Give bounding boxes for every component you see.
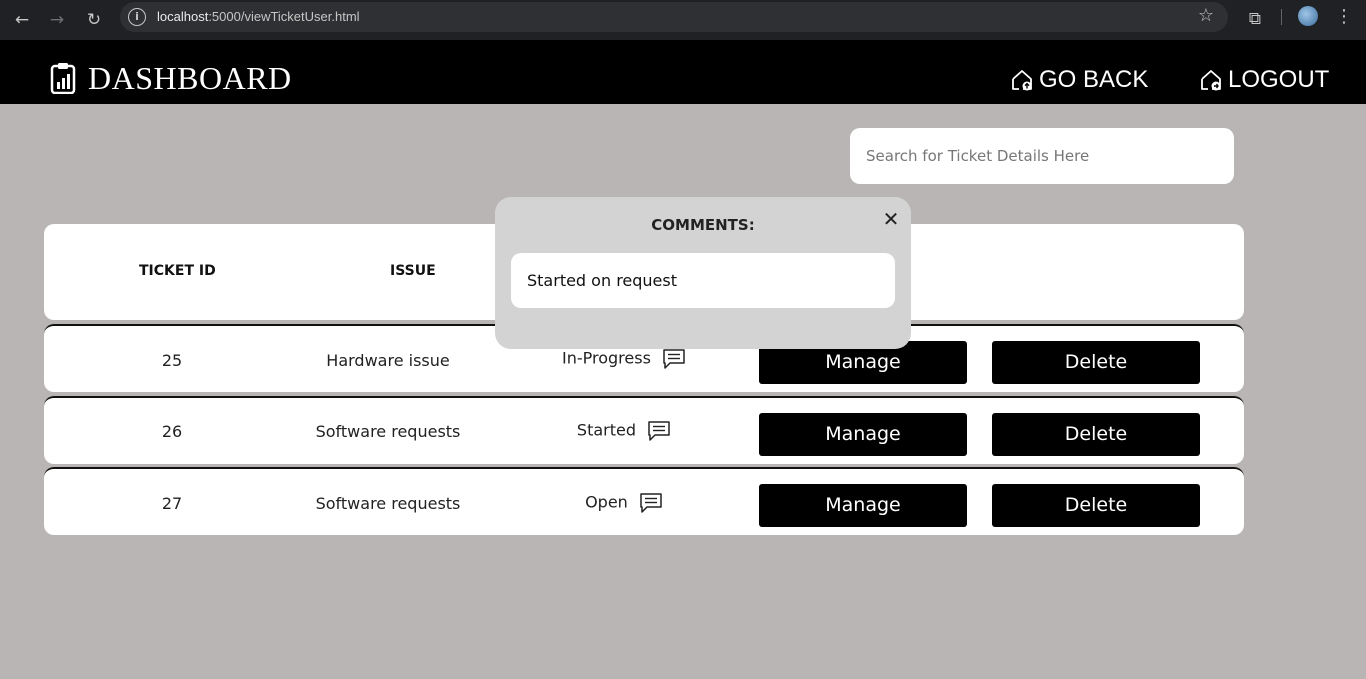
- site-info-icon[interactable]: i: [128, 8, 146, 26]
- column-header-issue: ISSUE: [390, 263, 436, 279]
- back-arrow-icon[interactable]: ←: [8, 6, 36, 34]
- status-text: Open: [585, 492, 628, 512]
- search-input[interactable]: [850, 128, 1234, 184]
- logout-label: LOGOUT: [1228, 66, 1330, 93]
- ticket-id: 26: [161, 422, 183, 441]
- extensions-icon[interactable]: ⧉: [1242, 6, 1268, 32]
- page-title: DASHBOARD: [88, 60, 292, 96]
- reload-icon[interactable]: ↻: [80, 6, 108, 34]
- browser-toolbar: ← → ↻ i localhost:5000/viewTicketUser.ht…: [0, 0, 1366, 40]
- forward-arrow-icon[interactable]: →: [43, 6, 71, 34]
- ticket-id: 27: [161, 494, 183, 513]
- modal-title: COMMENTS:: [651, 216, 755, 234]
- manage-button[interactable]: Manage: [759, 484, 967, 527]
- browser-menu-icon[interactable]: ⋮: [1334, 6, 1354, 30]
- ticket-status: In-Progress: [514, 348, 734, 370]
- profile-avatar[interactable]: [1298, 6, 1318, 26]
- home-icon: [1012, 70, 1032, 91]
- ticket-issue: Hardware issue: [326, 351, 450, 370]
- ticket-issue: Software requests: [315, 422, 461, 441]
- delete-button[interactable]: Delete: [992, 413, 1200, 456]
- table-row: 26 Software requests Started Manage Dele…: [44, 396, 1244, 464]
- status-text: In-Progress: [561, 348, 651, 368]
- comment-icon[interactable]: [647, 420, 671, 442]
- comment-text: Started on request: [511, 253, 895, 308]
- app-header: DASHBOARD GO BACK LOGOUT: [0, 40, 1366, 104]
- ticket-id: 25: [161, 351, 183, 370]
- home-logout-icon: [1201, 70, 1221, 91]
- comments-modal: COMMENTS: ✕ Started on request: [495, 197, 911, 349]
- close-icon[interactable]: ✕: [881, 209, 901, 229]
- toolbar-divider: [1281, 9, 1282, 25]
- bookmark-star-icon[interactable]: ☆: [1198, 6, 1214, 26]
- table-row: 27 Software requests Open Manage Delete: [44, 467, 1244, 535]
- go-back-link[interactable]: GO BACK: [1010, 65, 1150, 95]
- go-back-label: GO BACK: [1039, 66, 1149, 93]
- ticket-status: Open: [514, 492, 734, 514]
- address-url[interactable]: localhost:5000/viewTicketUser.html: [157, 9, 360, 24]
- delete-button[interactable]: Delete: [992, 341, 1200, 384]
- comment-icon[interactable]: [662, 348, 686, 370]
- address-bar[interactable]: i localhost:5000/viewTicketUser.html ☆: [120, 2, 1228, 32]
- column-header-ticket-id: TICKET ID: [139, 263, 216, 279]
- ticket-status: Started: [514, 420, 734, 442]
- status-text: Started: [576, 420, 636, 440]
- logout-link[interactable]: LOGOUT: [1199, 65, 1329, 95]
- delete-button[interactable]: Delete: [992, 484, 1200, 527]
- comment-icon[interactable]: [639, 492, 663, 514]
- clipboard-chart-icon: [50, 63, 76, 94]
- ticket-issue: Software requests: [315, 494, 461, 513]
- manage-button[interactable]: Manage: [759, 413, 967, 456]
